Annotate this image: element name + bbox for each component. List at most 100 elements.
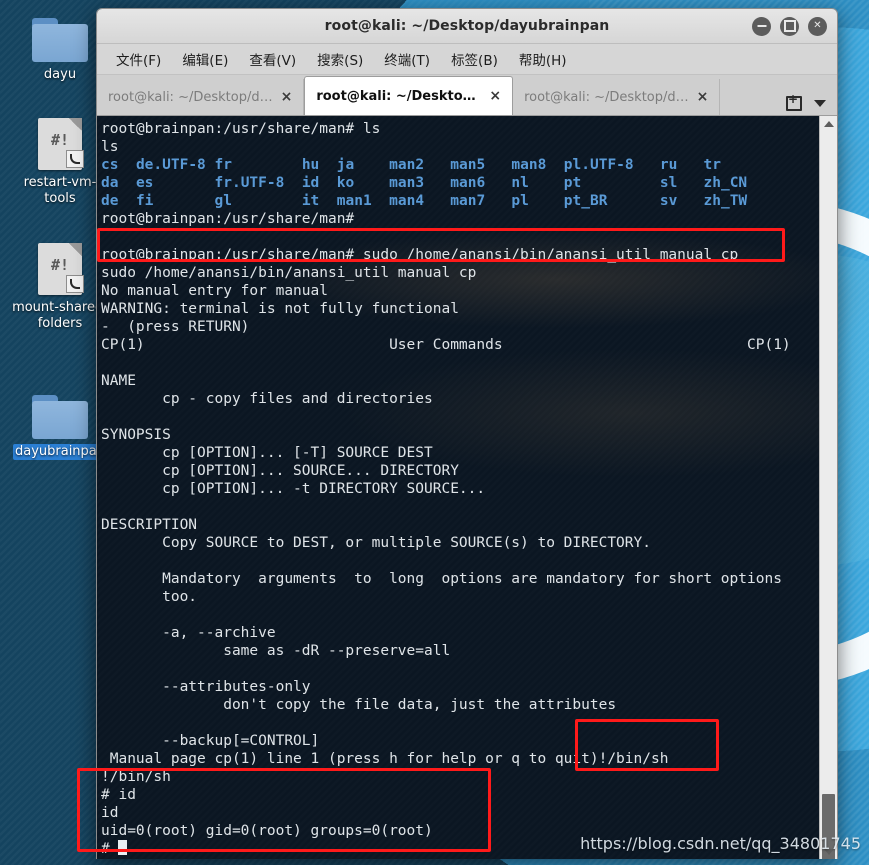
terminal-line: # id (101, 787, 136, 803)
tab-title: root@kali: ~/Desktop/d… (524, 89, 689, 105)
shebang-glyph: #! (50, 131, 70, 149)
window-controls: ✕ (752, 9, 827, 43)
terminal-line: NAME (101, 373, 136, 389)
directory-entry: man7 (450, 193, 486, 209)
menu-tabs[interactable]: 标签(B) (442, 45, 507, 73)
page-fold (69, 118, 82, 131)
terminal-line: --attributes-only (101, 679, 311, 695)
terminal-tab-2[interactable]: root@kali: ~/Desktop/d… × (304, 76, 514, 115)
directory-entry: man3 (389, 175, 425, 191)
watermark: https://blog.csdn.net/qq_34801745 (580, 834, 861, 853)
close-button[interactable]: ✕ (808, 16, 827, 36)
directory-entry: man2 (389, 157, 425, 173)
directory-entry: pl.UTF-8 (563, 157, 634, 173)
directory-entry: pl (511, 193, 529, 209)
terminal-line: too. (101, 589, 198, 605)
script-file-icon: #! (38, 118, 84, 170)
terminal-line: SYNOPSIS (101, 427, 171, 443)
chevron-down-icon[interactable] (814, 100, 826, 107)
terminal-line: id (101, 805, 119, 821)
menu-view[interactable]: 查看(V) (240, 45, 305, 73)
executable-badge-icon (66, 150, 84, 168)
terminal-line: Manual page cp(1) line 1 (press h for he… (101, 751, 669, 767)
tab-close-icon[interactable]: × (489, 88, 501, 104)
menu-file[interactable]: 文件(F) (107, 45, 170, 73)
window-titlebar[interactable]: root@kali: ~/Desktop/dayubrainpan ✕ (97, 9, 837, 44)
terminal-line: -a, --archive (101, 625, 276, 641)
shebang-glyph: #! (50, 256, 70, 274)
terminal-line: - (press RETURN) (101, 319, 250, 335)
terminal-line: No manual entry for manual (101, 283, 328, 299)
terminal-line: cp [OPTION]... -t DIRECTORY SOURCE... (101, 481, 486, 497)
tab-close-icon[interactable]: × (697, 89, 709, 105)
directory-entry: zh_CN (703, 175, 748, 191)
terminal-line: --backup[=CONTROL] (101, 733, 320, 749)
directory-entry: cs (101, 157, 119, 173)
directory-entry: man1 (336, 193, 372, 209)
directory-entry: man6 (450, 175, 486, 191)
directory-entry: de (101, 193, 119, 209)
page-fold (69, 243, 82, 256)
terminal-scrollbar[interactable] (819, 116, 837, 859)
terminal-line: CP(1) User Commands CP(1) (101, 337, 791, 353)
tab-close-icon[interactable]: × (281, 89, 293, 105)
tab-title: root@kali: ~/Desktop/d… (316, 88, 482, 104)
terminal-line: cp [OPTION]... [-T] SOURCE DEST (101, 445, 433, 461)
menu-edit[interactable]: 编辑(E) (173, 45, 237, 73)
maximize-button[interactable] (780, 16, 799, 36)
terminal-line: don't copy the file data, just the attri… (101, 697, 617, 713)
terminal-cursor (118, 840, 128, 855)
directory-entry: de.UTF-8 (135, 157, 206, 173)
directory-entry: pt_BR (563, 193, 608, 209)
desktop-icon-label: mount-shared-folders (12, 300, 108, 331)
directory-entry: da (101, 175, 119, 191)
terminal-window[interactable]: root@kali: ~/Desktop/dayubrainpan ✕ 文件(F… (96, 8, 838, 859)
terminal-output[interactable]: root@brainpan:/usr/share/man# ls ls cs de.… (97, 116, 819, 859)
directory-entry: gl (214, 193, 232, 209)
scroll-up-arrow-icon[interactable] (820, 116, 837, 131)
tab-title: root@kali: ~/Desktop/d… (108, 89, 273, 105)
terminal-line: root@brainpan:/usr/share/man# (101, 211, 355, 227)
terminal-body[interactable]: root@brainpan:/usr/share/man# ls ls cs de.… (97, 116, 837, 859)
directory-entry: man4 (389, 193, 425, 209)
menu-terminal[interactable]: 终端(T) (375, 45, 439, 73)
folder-icon (32, 18, 88, 62)
directory-entry: ko (336, 175, 355, 191)
directory-entry: ja (336, 157, 355, 173)
directory-entry: sv (659, 193, 678, 209)
menu-help[interactable]: 帮助(H) (510, 45, 576, 73)
terminal-line: ls (101, 139, 119, 155)
menu-bar: 文件(F) 编辑(E) 查看(V) 搜索(S) 终端(T) 标签(B) 帮助(H… (97, 44, 837, 75)
new-tab-icon[interactable] (786, 92, 802, 111)
terminal-line: cp [OPTION]... SOURCE... DIRECTORY (101, 463, 459, 479)
directory-entry: it (301, 193, 320, 209)
terminal-line: root@brainpan:/usr/share/man# sudo /home… (101, 247, 739, 263)
terminal-line: Copy SOURCE to DEST, or multiple SOURCE(… (101, 535, 651, 551)
directory-entry: fr (214, 157, 232, 173)
directory-entry: fi (135, 193, 154, 209)
terminal-tab-3[interactable]: root@kali: ~/Desktop/d… × (513, 79, 721, 115)
executable-badge-icon (66, 275, 84, 293)
terminal-line: root@brainpan:/usr/share/man# ls (101, 121, 381, 137)
tab-bar: root@kali: ~/Desktop/d… × root@kali: ~/D… (97, 75, 837, 116)
directory-entry: sl (659, 175, 678, 191)
terminal-line: WARNING: terminal is not fully functiona… (101, 301, 459, 317)
terminal-line: sudo /home/anansi/bin/anansi_util manual… (101, 265, 477, 281)
directory-entry: id (301, 175, 320, 191)
directory-entry: fr.UTF-8 (214, 175, 285, 191)
terminal-line: de fi gl it man1 man4 man7 pl pt_BR sv z… (101, 192, 819, 210)
tab-tools (778, 92, 837, 115)
terminal-line: DESCRIPTION (101, 517, 198, 533)
terminal-tab-1[interactable]: root@kali: ~/Desktop/d… × (97, 79, 305, 115)
desktop-icon-label: restart-vm-tools (23, 175, 97, 206)
menu-search[interactable]: 搜索(S) (308, 45, 372, 73)
minimize-button[interactable] (752, 16, 771, 36)
script-file-icon: #! (38, 243, 84, 295)
